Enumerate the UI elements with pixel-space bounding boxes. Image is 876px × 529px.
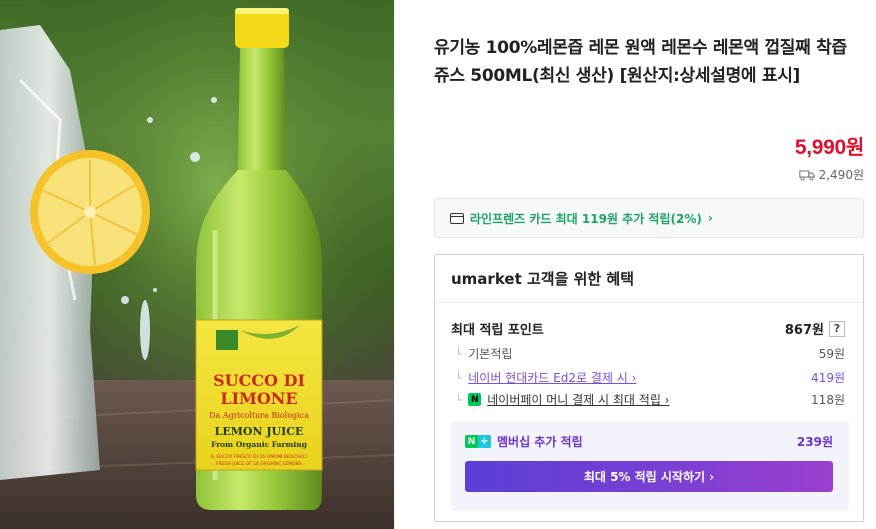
benefit-item-value: 59원	[818, 347, 845, 361]
price-amount: 5,990	[794, 136, 846, 159]
price-unit: 원	[845, 137, 864, 159]
truck-icon	[798, 169, 815, 181]
bottle-tagline: From Organic Farming	[211, 440, 308, 449]
bottle-brand-line2: LIMONE	[220, 389, 297, 408]
benefit-item-value: 419원	[811, 371, 845, 385]
bottle-brand-line1: SUCCO DI	[213, 371, 305, 390]
bottle-fine-print-1: IL SUCCO FRESCO DI 16 LIMONI BIOLOGICI	[211, 454, 307, 460]
shipping-fee-value: 2,490원	[818, 168, 864, 182]
membership-label: 멤버십 추가 적립	[497, 435, 583, 449]
naverpay-icon: N	[468, 393, 482, 406]
credit-card-icon	[450, 212, 464, 224]
max-points-row: 최대 적립 포인트 867원 ?	[451, 319, 845, 338]
bottle-subtitle: Da Agricoltura Biologica	[209, 411, 309, 420]
product-price: 5,990원	[795, 131, 864, 160]
bottle-fine-print-2: FRESH JUICE OF 16 ORGANIC LEMONS	[216, 461, 302, 467]
tree-connector-icon: └	[455, 392, 463, 407]
membership-start-button[interactable]: 최대 5% 적립 시작하기 ›	[465, 461, 833, 492]
membership-value: 239원	[796, 435, 833, 449]
product-title: 유기농 100%레몬즙 레몬 원액 레몬수 레몬액 껍질째 착즙 쥬스 500M…	[434, 38, 847, 86]
benefit-item-basic: └ 기본적립 59원	[451, 345, 845, 362]
tree-connector-icon: └	[455, 370, 463, 385]
help-button[interactable]: ?	[829, 320, 845, 337]
tree-connector-icon: └	[455, 346, 463, 361]
lemon-slice	[30, 150, 150, 274]
benefits-header: umarket 고객을 위한 혜택	[435, 255, 863, 303]
naverpay-link[interactable]: 네이버페이 머니 결제 시 최대 적립 ›	[487, 391, 669, 408]
max-points-label: 최대 적립 포인트	[451, 323, 544, 338]
membership-panel: N + 멤버십 추가 적립 239원 최대 5% 적립 시작하기 ›	[451, 421, 849, 511]
benefits-box: umarket 고객을 위한 혜택 최대 적립 포인트 867원 ? └ 기본적립…	[434, 254, 864, 522]
product-image[interactable]: SUCCO DI LIMONE Da Agricoltura Biologica…	[0, 0, 394, 529]
bottle-product-name: LEMON JUICE	[215, 425, 304, 438]
benefit-item-naverpay: └ N 네이버페이 머니 결제 시 최대 적립 › 118원	[451, 391, 845, 408]
benefit-item-hyundai-card: └ 네이버 현대카드 Ed2로 결제 시 › 419원	[451, 369, 845, 386]
benefit-item-label: 기본적립	[468, 347, 513, 361]
card-offer-banner[interactable]: 라인프렌즈 카드 최대 119원 추가 적립(2%) ›	[434, 198, 864, 238]
hyundai-card-link[interactable]: 네이버 현대카드 Ed2로 결제 시 ›	[468, 369, 636, 386]
shipping-fee: 2,490원	[798, 166, 864, 183]
naver-plus-icon: N +	[465, 435, 491, 448]
image-divider	[394, 0, 395, 529]
chevron-right-icon: ›	[707, 211, 713, 225]
product-photo-illustration: SUCCO DI LIMONE Da Agricoltura Biologica…	[0, 0, 394, 529]
max-points-value: 867원	[784, 323, 824, 338]
benefit-item-value: 118원	[811, 393, 845, 407]
card-offer-text: 라인프렌즈 카드 최대 119원 추가 적립(2%)	[470, 211, 702, 226]
